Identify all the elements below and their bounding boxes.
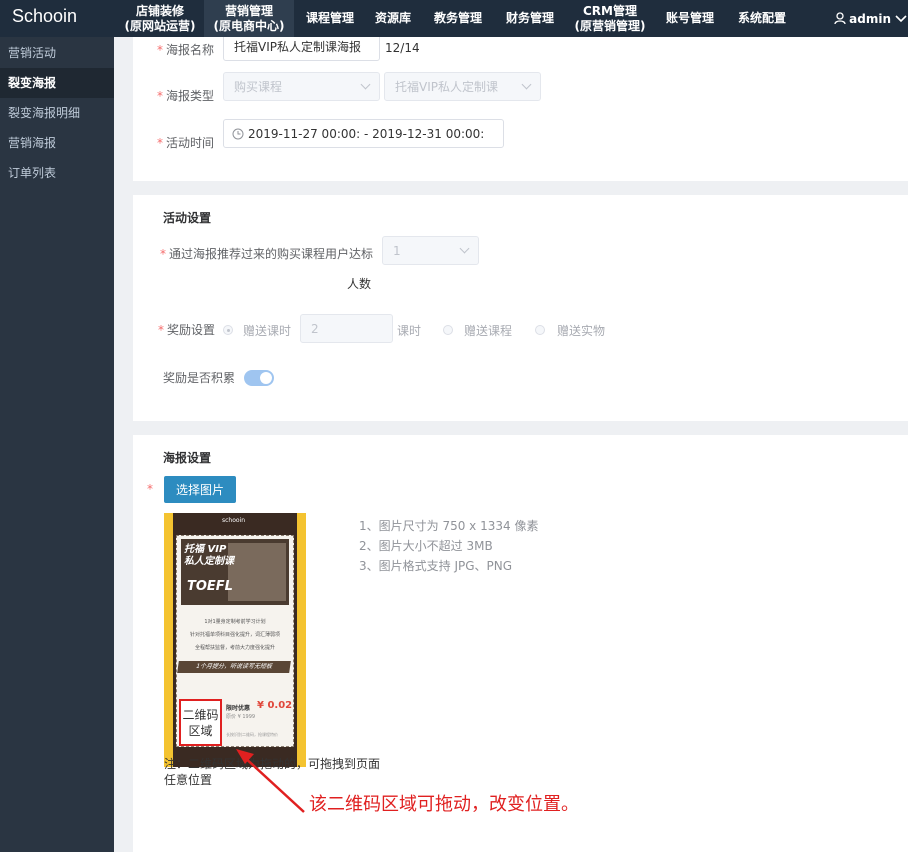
user-icon bbox=[834, 12, 846, 25]
nav-academic[interactable]: 教务管理 bbox=[428, 0, 488, 37]
nav-label: 账号管理 bbox=[665, 11, 714, 25]
nav-label: 课程管理 bbox=[305, 11, 354, 25]
chevron-down-icon bbox=[895, 14, 907, 22]
annotation-arrow bbox=[236, 749, 305, 813]
nav-finance[interactable]: 财务管理 bbox=[500, 0, 560, 37]
sidebar-item-order-list[interactable]: 订单列表 bbox=[0, 158, 114, 188]
sidebar-item-marketing-poster[interactable]: 营销海报 bbox=[0, 128, 114, 158]
sidebar: 营销活动 裂变海报 裂变海报明细 营销海报 订单列表 bbox=[0, 37, 114, 852]
nav-shop-decoration[interactable]: 店铺装修 (原网站运营) bbox=[118, 0, 202, 37]
nav-account[interactable]: 账号管理 bbox=[660, 0, 720, 37]
nav-marketing[interactable]: 营销管理 (原电商中心) bbox=[204, 0, 294, 37]
nav-course[interactable]: 课程管理 bbox=[300, 0, 360, 37]
user-menu[interactable]: admin bbox=[834, 0, 908, 37]
app-logo[interactable]: Schooin bbox=[12, 6, 77, 27]
nav-label: CRM管理 bbox=[583, 3, 637, 18]
nav-resources[interactable]: 资源库 bbox=[368, 0, 418, 37]
nav-label: 财务管理 bbox=[505, 11, 554, 25]
sidebar-item-fission-poster-detail[interactable]: 裂变海报明细 bbox=[0, 98, 114, 128]
nav-sublabel: (原电商中心) bbox=[213, 18, 285, 33]
top-nav: Schooin 店铺装修 (原网站运营) 营销管理 (原电商中心) 课程管理 资源库… bbox=[0, 0, 908, 37]
main-content: * 海报名称 托福VIP私人定制课海报 12/14 * 海报类型 购买课程 托福VI… bbox=[114, 37, 908, 852]
annotation-text: 该二维码区域可拖动，改变位置。 bbox=[309, 794, 579, 815]
nav-label: 教务管理 bbox=[433, 11, 482, 25]
nav-label: 店铺装修 bbox=[135, 3, 184, 18]
nav-label: 系统配置 bbox=[737, 11, 786, 25]
user-name: admin bbox=[849, 11, 891, 26]
nav-crm[interactable]: CRM管理 (原营销管理) bbox=[572, 0, 648, 37]
nav-label: 资源库 bbox=[374, 11, 411, 25]
nav-sublabel: (原营销管理) bbox=[574, 18, 646, 33]
sidebar-item-marketing-activity[interactable]: 营销活动 bbox=[0, 38, 114, 68]
nav-label: 营销管理 bbox=[224, 3, 273, 18]
sidebar-item-fission-poster[interactable]: 裂变海报 bbox=[0, 68, 114, 98]
nav-sublabel: (原网站运营) bbox=[124, 18, 196, 33]
nav-system[interactable]: 系统配置 bbox=[732, 0, 792, 37]
